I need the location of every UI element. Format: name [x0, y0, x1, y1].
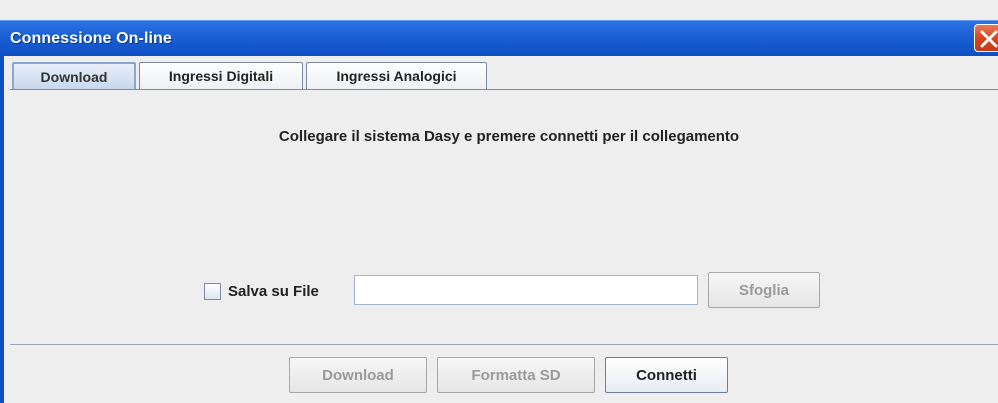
save-to-file-label: Salva su File [228, 283, 319, 300]
tab-divider [10, 89, 998, 90]
close-icon [980, 30, 998, 48]
tab-bar: Download Ingressi Digitali Ingressi Anal… [4, 56, 998, 90]
save-to-file-checkbox[interactable] [204, 283, 221, 300]
window-title: Connessione On-line [10, 30, 172, 47]
tab-download[interactable]: Download [12, 62, 136, 89]
file-path-input[interactable] [354, 275, 698, 305]
connection-dialog: Connessione On-line Download Ingressi Di… [0, 0, 998, 403]
separator [10, 344, 998, 345]
browse-button[interactable]: Sfoglia [708, 272, 820, 308]
download-button[interactable]: Download [289, 357, 427, 393]
connect-button[interactable]: Connetti [605, 357, 728, 393]
instruction-text: Collegare il sistema Dasy e premere conn… [278, 128, 740, 145]
tab-ingressi-digitali[interactable]: Ingressi Digitali [139, 62, 303, 89]
title-bar[interactable]: Connessione On-line [0, 20, 998, 56]
close-button[interactable] [974, 24, 998, 52]
format-sd-button[interactable]: Formatta SD [437, 357, 595, 393]
window-border [0, 56, 4, 403]
tab-ingressi-analogici[interactable]: Ingressi Analogici [306, 62, 487, 89]
